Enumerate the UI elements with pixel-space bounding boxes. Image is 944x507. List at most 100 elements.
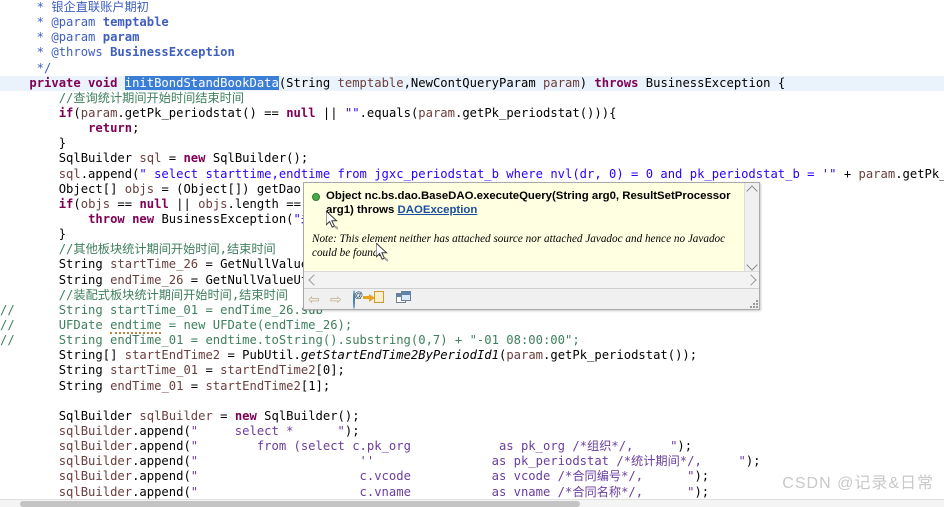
code-token-plain: .getPk_periodstat())){ [454, 105, 617, 120]
code-token-param: param [80, 105, 118, 120]
javadoc-hover-tooltip[interactable]: Object nc.bs.dao.BaseDAO.executeQuery(St… [303, 182, 760, 310]
code-token-plain: ( [73, 196, 81, 211]
code-line[interactable]: sql.append(" select starttime,endtime fr… [0, 167, 944, 182]
code-selection-method-name[interactable]: initBondStandBookData [124, 75, 279, 90]
code-token-plain: .getPk_periodstat()); [543, 348, 698, 363]
code-token-plain: String [58, 378, 111, 393]
forward-arrow-icon[interactable]: ⇨ [330, 291, 346, 308]
code-line[interactable]: sqlBuilder.append(" from (select c.pk_or… [0, 439, 944, 454]
scroll-up-chevron-icon[interactable] [747, 186, 758, 194]
code-token-comment: //其他板块统计期间开始时间,结束时间 [58, 242, 276, 257]
back-arrow-icon[interactable]: ⇦ [308, 291, 324, 308]
open-external-javadoc-icon[interactable] [352, 290, 368, 309]
code-token-local: startEndTime2 [205, 378, 301, 393]
code-token-plain: .append( [132, 469, 191, 484]
code-line[interactable]: String[] startEndTime2 = PubUtil.getStar… [0, 348, 944, 363]
code-token-plain: String [58, 257, 111, 272]
code-token-plain: || [168, 196, 199, 211]
code-token-plain: ); [694, 484, 710, 499]
code-line-current[interactable]: private void initBondStandBookData(Strin… [0, 75, 944, 91]
code-token-string: " c.vcode as vcode /*合同编号*/, " [190, 469, 695, 484]
hover-signature-text: Object nc.bs.dao.BaseDAO.executeQuery(St… [326, 189, 736, 217]
code-token-comment: = new UFDate(endTime_26); [161, 317, 353, 332]
code-line[interactable]: String startTime_01 = startEndTime2[0]; [0, 363, 944, 378]
editor-horizontal-scrollbar[interactable] [0, 499, 944, 507]
code-line[interactable]: * 银企直联账户期初 [0, 0, 944, 15]
code-token-plain: .append( [80, 166, 140, 181]
hover-vertical-scrollbar[interactable] [744, 183, 759, 271]
open-attached-javadoc-icon[interactable] [396, 291, 412, 307]
editor-horizontal-scrollbar-thumb[interactable] [20, 501, 580, 507]
hover-toolbar[interactable]: ⇦ ⇨ [304, 288, 759, 309]
scroll-down-chevron-icon[interactable] [747, 260, 758, 268]
code-token-plain: BusinessException { [645, 75, 786, 90]
hover-horizontal-scrollbar[interactable] [304, 271, 759, 288]
code-token-plain: .append( [132, 454, 191, 469]
code-token-javadoc-throws: BusinessException [110, 45, 235, 60]
code-token-local: sqlBuilder [58, 423, 133, 438]
code-token-string: " from (select c.pk_org as pk_org /*组织*/… [190, 439, 678, 454]
code-token-param: param [418, 105, 455, 120]
open-declaration-icon[interactable] [363, 291, 390, 307]
code-line[interactable]: return; [0, 121, 944, 136]
code-token-local: sqlBuilder [58, 469, 133, 484]
code-line[interactable]: //查询统计期间开始时间结束时间 [0, 91, 944, 106]
code-token-comment: // UFDate [0, 317, 111, 332]
code-token-local: sqlBuilder [58, 439, 133, 454]
code-token-local: sql [139, 151, 162, 166]
code-token-plain: = [161, 151, 184, 166]
hover-content-area[interactable]: Object nc.bs.dao.BaseDAO.executeQuery(St… [304, 183, 744, 271]
code-token-param: param [543, 75, 580, 90]
code-line[interactable]: * @throws BusinessException [0, 45, 944, 60]
code-line[interactable]: } [0, 136, 944, 151]
code-token-plain: SqlBuilder(); [212, 151, 309, 166]
code-token-plain: || [315, 105, 345, 120]
code-line[interactable]: if(param.getPk_periodstat() == null || "… [0, 106, 944, 121]
code-token-javadoc: * 银企直联账户期初 [0, 0, 149, 14]
code-token-keyword: null [139, 196, 169, 211]
hover-resize-grip[interactable] [748, 298, 758, 308]
code-line[interactable]: String endTime_01 = startEndTime2[1]; [0, 379, 944, 394]
scroll-right-chevron-icon[interactable] [745, 275, 755, 285]
code-token-plain: ); [344, 423, 360, 438]
scroll-left-chevron-icon[interactable] [308, 275, 318, 285]
code-token-keyword: return [88, 121, 133, 136]
code-line[interactable]: * @param param [0, 30, 944, 45]
code-token-comment-warning: endtime [110, 317, 162, 334]
code-line[interactable] [0, 394, 944, 409]
code-line[interactable]: SqlBuilder sqlBuilder = new SqlBuilder()… [0, 409, 944, 424]
code-token-plain: SqlBuilder(); [264, 408, 360, 423]
code-token-string: " '' as pk_periodstat /*统计期间*/, " [190, 454, 746, 469]
daoexception-link[interactable]: DAOException [398, 204, 478, 216]
code-token-local: startEndTime2 [220, 363, 316, 378]
code-token-static-method: getStartEndTime2ByPeriodId1 [300, 348, 499, 363]
code-line[interactable]: // String endTime_01 = endtime.toString(… [0, 333, 944, 348]
code-token-param: param [506, 348, 544, 363]
code-line[interactable]: sqlBuilder.append(" '' as pk_periodstat … [0, 454, 944, 469]
code-line[interactable]: */ [0, 61, 944, 76]
code-token-string: " select starttime,endtime from jgxc_per… [139, 166, 837, 181]
code-token-param: param [858, 166, 896, 181]
code-token-plain: = [183, 378, 206, 393]
code-token-local: endTime_01 [110, 378, 184, 393]
code-token-keyword: if [58, 196, 74, 211]
code-line[interactable]: SqlBuilder sql = new SqlBuilder(); [0, 151, 944, 166]
hover-note-text: Note: This element neither has attached … [312, 233, 726, 259]
code-line[interactable]: sqlBuilder.append(" select * "); [0, 424, 944, 439]
code-token-local: startTime_26 [110, 257, 199, 272]
code-line[interactable]: * @param temptable [0, 15, 944, 30]
code-line[interactable]: // UFDate endtime = new UFDate(endTime_2… [0, 317, 944, 334]
code-token-plain: ) [579, 75, 595, 90]
code-token-local: objs [124, 181, 155, 196]
code-token-javadoc-param: temptable [102, 15, 169, 30]
code-token-keyword: private void [29, 75, 125, 90]
